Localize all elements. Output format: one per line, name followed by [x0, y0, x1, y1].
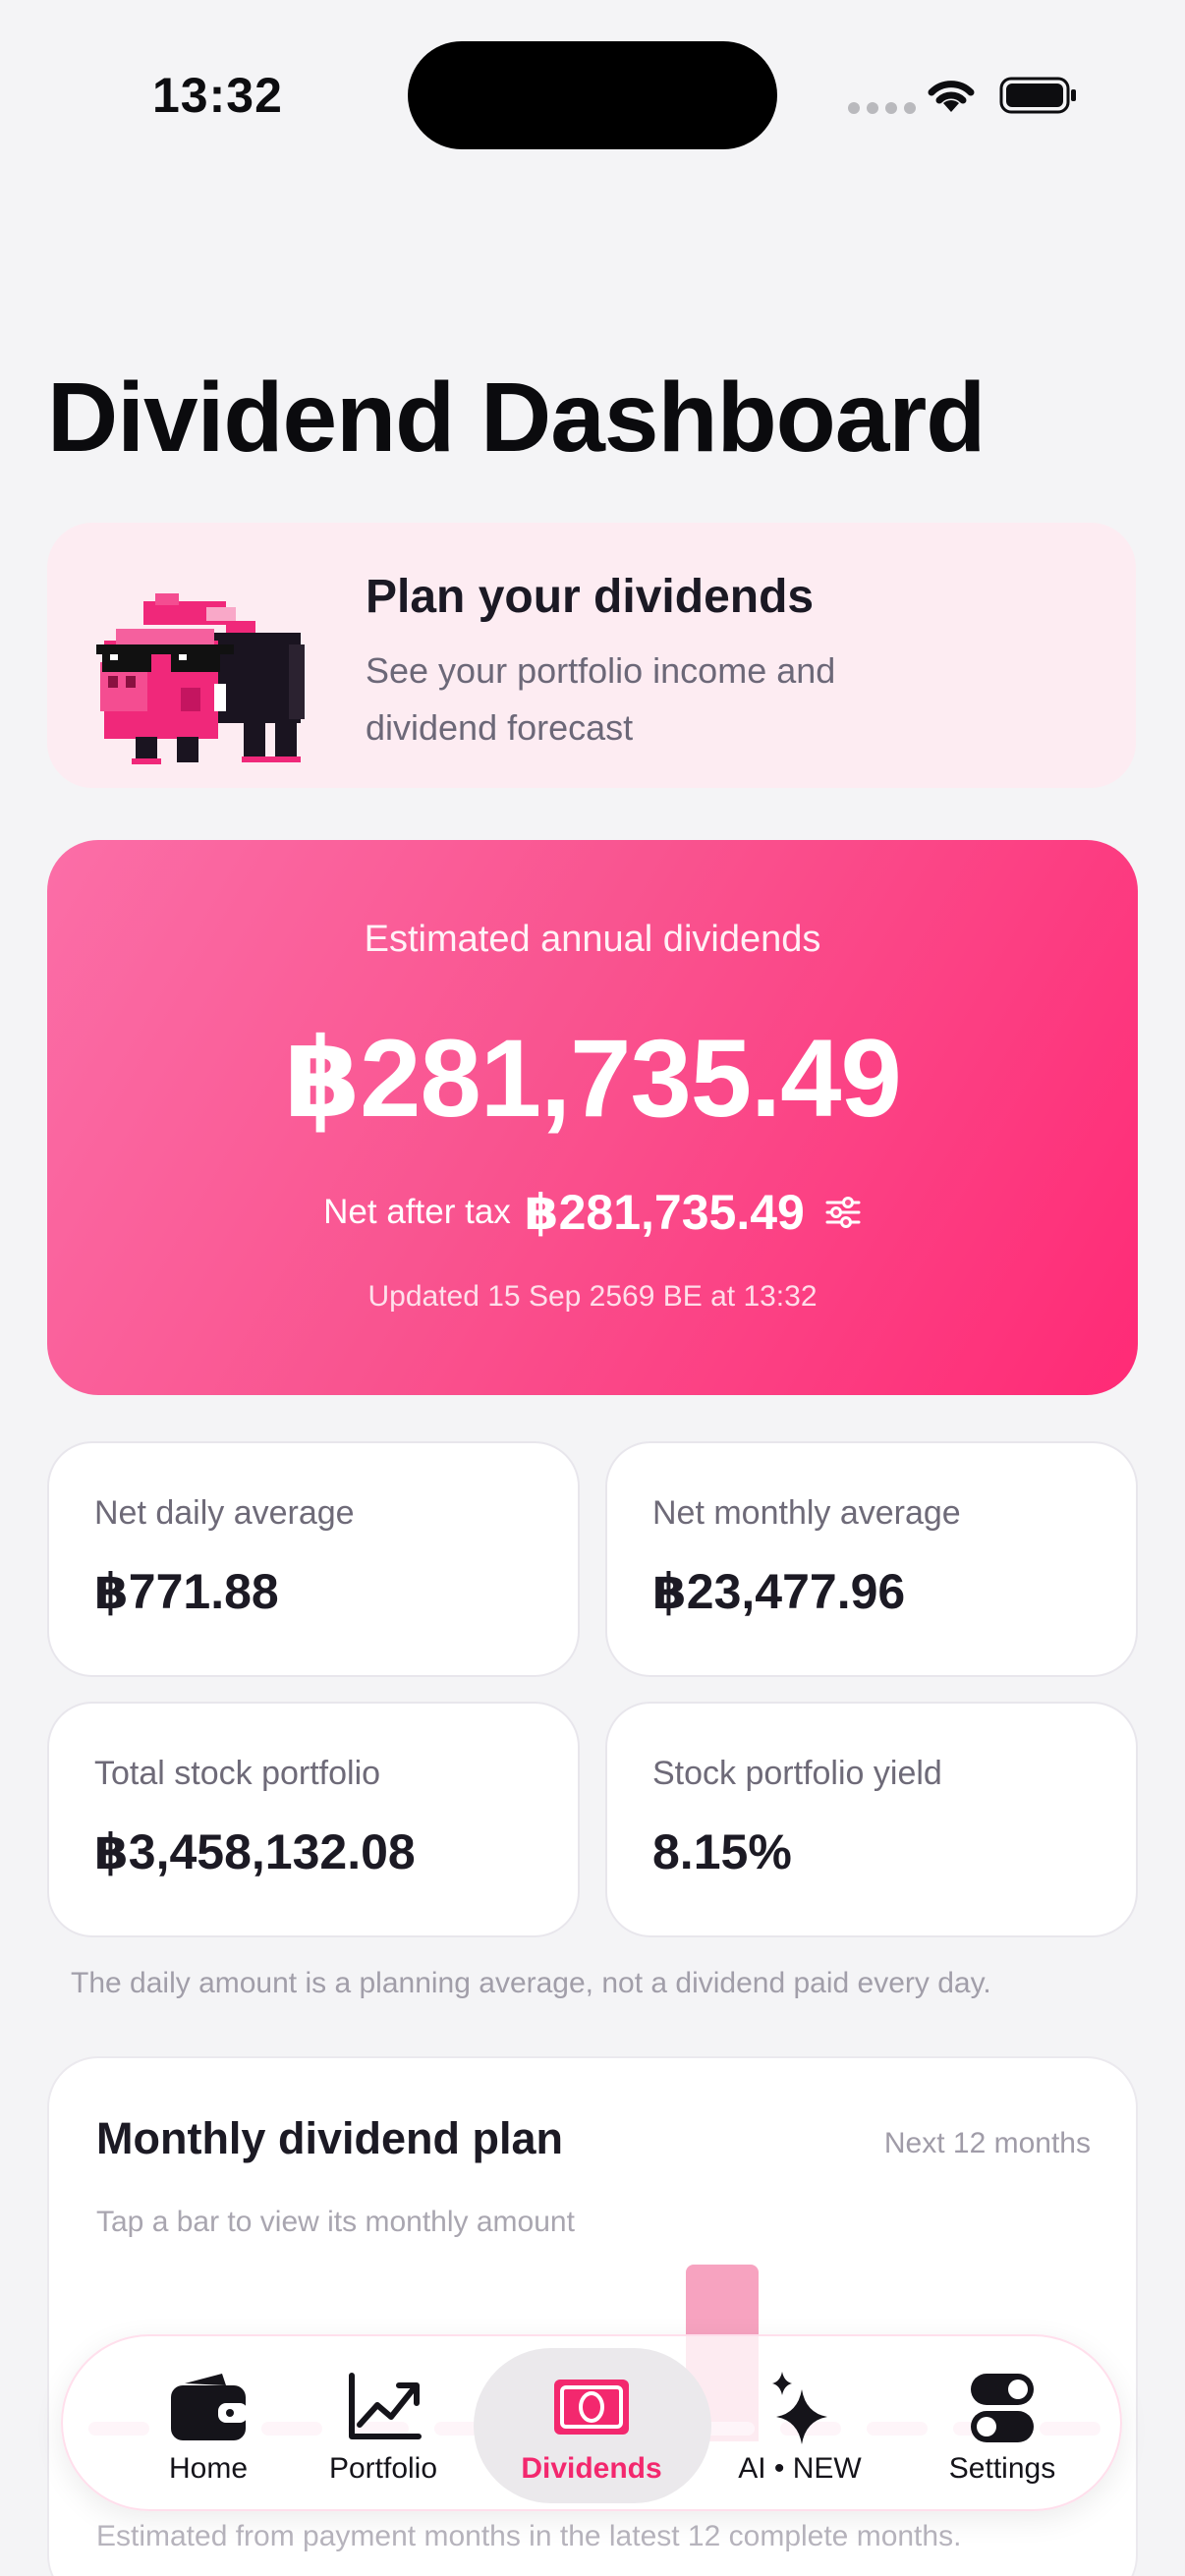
stat-label: Net monthly average: [652, 1494, 961, 1532]
tax-settings-sliders-icon[interactable]: [824, 1196, 862, 1229]
tab-ai-new[interactable]: AI • NEW: [702, 2336, 898, 2513]
battery-icon: [999, 77, 1076, 114]
stat-label: Net daily average: [94, 1494, 355, 1532]
plan-card-title: Plan your dividends: [366, 571, 815, 623]
tab-label: Settings: [948, 2452, 1056, 2485]
tab-portfolio[interactable]: Portfolio: [285, 2336, 481, 2513]
tab-dividends[interactable]: Dividends: [493, 2336, 690, 2513]
tab-label: Home: [168, 2452, 249, 2485]
annual-dividends-card: Estimated annual dividends ฿281,735.49 N…: [47, 840, 1138, 1395]
monthly-plan-range[interactable]: Next 12 months: [884, 2127, 1091, 2160]
stat-value: ฿3,458,132.08: [94, 1824, 416, 1879]
net-after-tax-row[interactable]: Net after tax ฿281,735.49: [47, 1184, 1138, 1241]
tab-label: Portfolio: [328, 2452, 438, 2485]
monthly-plan-footer: Estimated from payment months in the lat…: [96, 2520, 962, 2552]
tab-settings[interactable]: Settings: [904, 2336, 1100, 2513]
stat-label: Stock portfolio yield: [652, 1755, 942, 1792]
tab-bar: Home Portfolio Dividends AI • NEW Settin…: [61, 2334, 1122, 2511]
page-title: Dividend Dashboard: [47, 363, 986, 473]
stat-label: Total stock portfolio: [94, 1755, 381, 1792]
chart-line-icon: [349, 2373, 422, 2439]
tab-label: Dividends: [521, 2452, 662, 2485]
net-after-tax-label: Net after tax: [323, 1193, 511, 1231]
tab-home[interactable]: Home: [110, 2336, 307, 2513]
tab-label: AI • NEW: [738, 2452, 862, 2485]
toggles-icon: [971, 2374, 1034, 2442]
plan-dividends-card[interactable]: Plan your dividends See your portfolio i…: [47, 523, 1136, 788]
cellular-signal-icon: [848, 102, 916, 114]
stat-value: ฿771.88: [94, 1564, 279, 1619]
stat-value: 8.15%: [652, 1824, 792, 1879]
dynamic-island: [408, 41, 777, 149]
monthly-plan-hint: Tap a bar to view its monthly amount: [96, 2206, 575, 2238]
pixel-pig-mascot-icon: [96, 593, 305, 764]
wifi-icon: [928, 81, 975, 112]
stat-card-net-monthly-average: Net monthly average ฿23,477.96: [605, 1441, 1138, 1677]
wallet-icon: [171, 2374, 248, 2440]
stat-value: ฿23,477.96: [652, 1564, 906, 1619]
plan-card-subtitle: See your portfolio income and dividend f…: [366, 650, 836, 748]
annual-dividends-label: Estimated annual dividends: [364, 919, 821, 960]
sparkles-icon: [772, 2372, 827, 2444]
stat-card-net-daily-average: Net daily average ฿771.88: [47, 1441, 580, 1677]
stat-card-stock-portfolio-yield: Stock portfolio yield 8.15%: [605, 1702, 1138, 1937]
annual-dividends-amount: ฿281,735.49: [284, 1017, 901, 1140]
banknote-icon: [554, 2380, 629, 2435]
monthly-plan-title: Monthly dividend plan: [96, 2113, 563, 2163]
net-after-tax-value: ฿281,735.49: [524, 1185, 805, 1240]
updated-timestamp: Updated 15 Sep 2569 BE at 13:32: [367, 1280, 818, 1313]
status-time: 13:32: [152, 68, 283, 123]
stat-card-total-stock-portfolio: Total stock portfolio ฿3,458,132.08: [47, 1702, 580, 1937]
daily-average-note: The daily amount is a planning average, …: [71, 1967, 991, 1999]
